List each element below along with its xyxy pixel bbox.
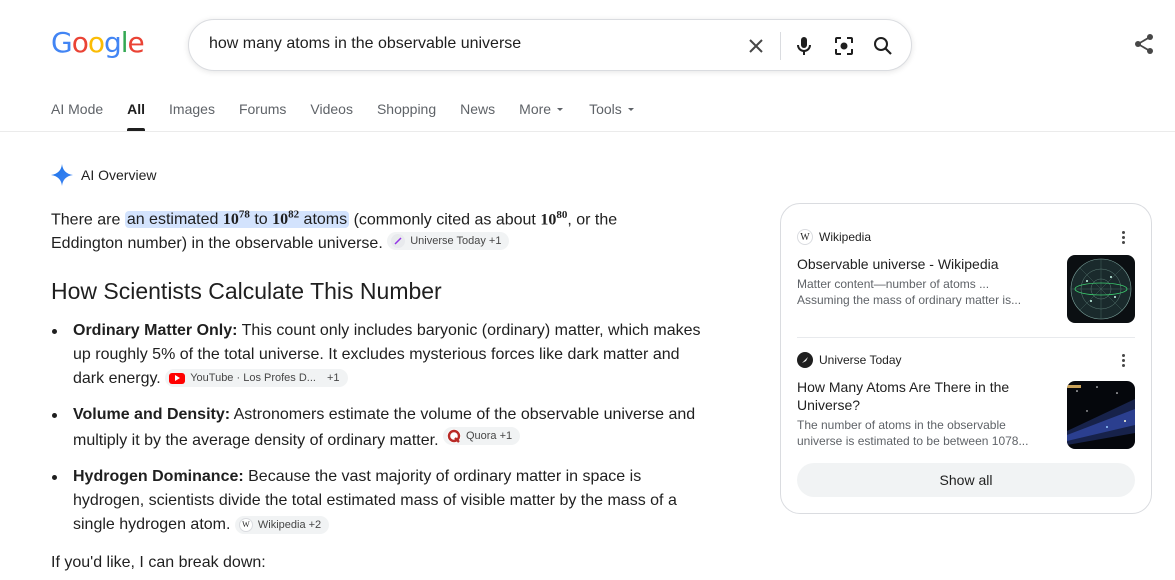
search-input[interactable]: how many atoms in the observable univers… (209, 35, 521, 53)
more-options-icon[interactable] (1115, 229, 1131, 245)
tab-label: More (519, 101, 552, 117)
universe-today-favicon-icon (391, 234, 406, 249)
clear-icon[interactable] (744, 34, 768, 58)
source-site: W Wikipedia (797, 229, 1137, 245)
tab-all[interactable]: All (127, 101, 145, 131)
section-heading: How Scientists Calculate This Number (51, 278, 442, 304)
list-item: Volume and Density: Astronomers estimate… (51, 403, 711, 453)
quora-icon (446, 429, 461, 443)
tab-label: AI Mode (51, 101, 104, 117)
tab-label: Shopping (376, 101, 437, 117)
exponent: 80 (556, 209, 568, 221)
tab-label: Tools (589, 101, 622, 117)
overview-intro: There are an estimated 1078 to 1082 atom… (51, 203, 691, 256)
logo-letter: o (87, 26, 105, 59)
wikipedia-icon: W (238, 518, 253, 532)
tab-more[interactable]: More (519, 101, 565, 131)
chip-label: Wikipedia +2 (257, 519, 322, 531)
list-item: Hydrogen Dominance: Because the vast maj… (51, 465, 711, 537)
gemini-sparkle-icon (51, 164, 73, 186)
source-snippet: The number of atoms in the observable un… (797, 418, 1029, 448)
tab-news[interactable]: News (460, 101, 495, 131)
youtube-icon (169, 372, 186, 384)
tab-shopping[interactable]: Shopping (377, 101, 436, 131)
universe-timeline-thumbnail[interactable] (1067, 381, 1135, 449)
wikipedia-icon: W (797, 229, 813, 245)
tab-label: Videos (310, 101, 353, 117)
tab-forums[interactable]: Forums (239, 101, 286, 131)
tab-videos[interactable]: Videos (310, 101, 353, 131)
intro-text: (commonly cited as about (349, 211, 541, 229)
list-item: Ordinary Matter Only: This count only in… (51, 319, 711, 391)
tab-label: Forums (238, 101, 287, 117)
source-chip-quora[interactable]: Quora +1 (442, 427, 521, 445)
search-tabs: AI Mode All Images Forums Videos Shoppin… (51, 101, 660, 131)
ai-overview-title: AI Overview (81, 167, 157, 183)
source-chip-youtube[interactable]: YouTube · Los Profes D... +1 (165, 369, 348, 387)
more-options-icon[interactable] (1115, 352, 1131, 368)
number-base: 10 (222, 211, 239, 229)
microphone-icon[interactable] (792, 34, 816, 58)
sources-card: W Wikipedia Observable universe - Wikipe… (780, 203, 1152, 514)
chip-label: Quora +1 (465, 430, 513, 442)
share-icon[interactable] (1133, 33, 1157, 57)
source-site-name: Universe Today (819, 353, 902, 367)
bullet-title: Ordinary Matter Only: (73, 322, 238, 339)
camera-lens-icon[interactable] (832, 34, 856, 58)
search-divider (780, 32, 781, 60)
tab-label: Images (169, 101, 215, 117)
logo-letter: G (51, 26, 73, 59)
chip-count: +1 (326, 372, 340, 384)
card-divider (797, 337, 1135, 338)
bullet-title: Volume and Density: (73, 406, 231, 423)
universe-today-icon (797, 352, 813, 368)
tab-label: News (460, 101, 496, 117)
intro-text: to (249, 211, 273, 229)
intro-text: There are (51, 211, 125, 229)
tab-tools[interactable]: Tools (589, 101, 636, 131)
source-chip-wikipedia[interactable]: W Wikipedia +2 (234, 516, 330, 534)
tabs-divider (0, 131, 1175, 132)
logo-letter: g (103, 26, 122, 59)
number-base: 10 (540, 211, 557, 229)
source-site-name: Wikipedia (819, 230, 872, 244)
logo-letter: e (127, 26, 145, 59)
intro-text: an estimated (126, 211, 223, 229)
search-icon[interactable] (871, 34, 895, 58)
source-title[interactable]: Observable universe - Wikipedia (797, 255, 1047, 273)
show-all-button[interactable]: Show all (797, 463, 1135, 497)
tab-ai-mode[interactable]: AI Mode (51, 101, 103, 131)
bullet-title: Hydrogen Dominance: (73, 468, 244, 485)
google-logo[interactable]: Google (51, 26, 145, 59)
caret-down-icon (557, 108, 564, 111)
number-base: 10 (272, 211, 289, 229)
chip-label: YouTube · Los Profes D... (190, 372, 316, 384)
tab-images[interactable]: Images (169, 101, 215, 131)
galaxy-map-thumbnail[interactable] (1067, 255, 1135, 323)
source-title[interactable]: How Many Atoms Are There in the Universe… (797, 378, 1047, 414)
intro-text: atoms (299, 211, 348, 229)
source-item-universe-today[interactable]: Universe Today How Many Atoms Are There … (797, 352, 1137, 449)
source-snippet: Matter content—number of atoms ... Assum… (797, 277, 1022, 307)
exponent: 78 (238, 209, 250, 221)
logo-letter: l (120, 26, 129, 59)
source-site: Universe Today (797, 352, 1137, 368)
logo-letter: o (71, 26, 89, 59)
bullet-list: Ordinary Matter Only: This count only in… (51, 319, 711, 549)
source-item-wikipedia[interactable]: W Wikipedia Observable universe - Wikipe… (797, 229, 1137, 323)
caret-down-icon (627, 108, 634, 111)
tab-label: All (127, 101, 146, 117)
source-chip-universe-today[interactable]: Universe Today +1 (387, 232, 510, 251)
exponent: 82 (288, 209, 300, 221)
chip-label: Universe Today +1 (410, 235, 502, 248)
followup-text: If you'd like, I can break down: (51, 554, 266, 571)
highlighted-answer[interactable]: an estimated 1078 to 1082 atoms (124, 209, 350, 229)
search-box[interactable]: how many atoms in the observable univers… (188, 19, 912, 71)
ai-overview-header: AI Overview (51, 164, 156, 186)
